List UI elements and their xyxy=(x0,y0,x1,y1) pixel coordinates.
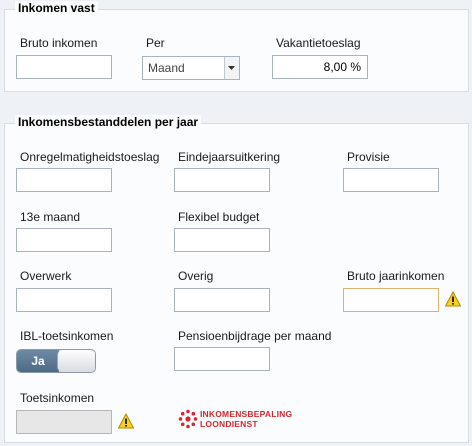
year-end-bonus-label: Eindejaarsuitkering xyxy=(178,150,281,164)
flexible-budget-input[interactable] xyxy=(174,228,270,252)
warning-icon xyxy=(118,413,134,429)
pension-contribution-input[interactable] xyxy=(174,347,270,371)
ibl-test-income-label: IBL-toetsinkomen xyxy=(20,329,114,343)
holiday-allowance-label: Vakantietoeslag xyxy=(276,36,361,50)
overtime-label: Overwerk xyxy=(20,269,72,283)
other-input[interactable] xyxy=(174,288,270,312)
pension-contribution-label: Pensioenbijdrage per maand xyxy=(178,329,332,343)
gross-income-input[interactable] xyxy=(16,55,112,79)
fixed-income-title: Inkomen vast xyxy=(15,1,98,15)
gross-income-label: Bruto inkomen xyxy=(20,36,98,50)
other-label: Overig xyxy=(178,269,214,283)
ibl-toggle[interactable]: Ja xyxy=(16,349,96,373)
logo-line-1: INKOMENSBEPALING xyxy=(200,409,293,419)
per-select-button[interactable] xyxy=(224,57,239,79)
test-income-input xyxy=(16,410,112,434)
logo-text: INKOMENSBEPALING LOONDIENST xyxy=(200,409,292,429)
ibl-toggle-on-label: Ja xyxy=(17,350,59,372)
commission-label: Provisie xyxy=(347,150,390,164)
components-title: Inkomensbestanddelen per jaar xyxy=(15,115,202,129)
per-select-value: Maand xyxy=(148,61,185,75)
logo-line-2: LOONDIENST xyxy=(200,419,258,429)
ibl-toggle-knob[interactable] xyxy=(57,350,95,372)
per-select[interactable]: Maand xyxy=(142,56,240,80)
thirteenth-month-label: 13e maand xyxy=(20,210,81,224)
ibl-logo-icon xyxy=(178,409,198,429)
irregularity-allowance-input[interactable] xyxy=(16,168,112,192)
thirteenth-month-input[interactable] xyxy=(16,228,112,252)
irregularity-allowance-label: Onregelmatigheidstoeslag xyxy=(20,150,160,164)
holiday-allowance-input[interactable]: 8,00 % xyxy=(272,55,368,79)
chevron-down-icon xyxy=(228,66,235,70)
year-end-bonus-input[interactable] xyxy=(174,168,270,192)
gross-annual-income-input[interactable] xyxy=(343,288,439,312)
gross-annual-income-label: Bruto jaarinkomen xyxy=(347,269,445,283)
overtime-input[interactable] xyxy=(16,288,112,312)
commission-input[interactable] xyxy=(343,168,439,192)
warning-icon xyxy=(445,291,461,307)
test-income-label: Toetsinkomen xyxy=(20,391,95,405)
inkomensbepaling-loondienst-logo: INKOMENSBEPALING LOONDIENST xyxy=(178,408,318,430)
per-label: Per xyxy=(146,36,165,50)
flexible-budget-label: Flexibel budget xyxy=(178,210,260,224)
